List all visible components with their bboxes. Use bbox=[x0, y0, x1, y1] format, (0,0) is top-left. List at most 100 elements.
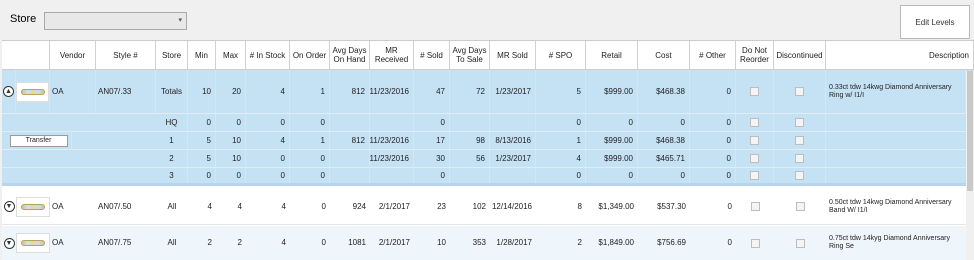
do-not-reorder-checkbox[interactable] bbox=[750, 136, 759, 145]
header-retail[interactable]: Retail bbox=[586, 41, 638, 69]
header-avg-days-on-hand[interactable]: Avg Days On Hand bbox=[330, 41, 370, 69]
in-stock-cell: 4 bbox=[246, 132, 290, 149]
store-cell: Totals bbox=[156, 70, 188, 113]
retail-cell: 0 bbox=[586, 168, 638, 183]
cost-cell: 0 bbox=[638, 168, 690, 183]
mr-received-cell: 11/23/2016 bbox=[370, 132, 414, 149]
discontinued-cell bbox=[774, 150, 826, 167]
header-discontinued[interactable]: Discontinued bbox=[774, 41, 826, 69]
chevron-down-icon[interactable]: ▼ bbox=[3, 201, 15, 212]
store-label: Store bbox=[10, 13, 37, 25]
header-cost[interactable]: Cost bbox=[638, 41, 690, 69]
header-mr-received[interactable]: MR Received bbox=[370, 41, 414, 69]
do-not-reorder-checkbox[interactable] bbox=[750, 154, 759, 163]
do-not-reorder-cell bbox=[736, 226, 774, 260]
other-cell: 0 bbox=[727, 201, 732, 211]
store-cell: 1 bbox=[156, 132, 188, 149]
description-cell: 0.33ct tdw 14kwg Diamond Anniversary Rin… bbox=[826, 70, 966, 113]
description-cell: 0.75ct tdw 14kyg Diamond Anniversary Rin… bbox=[829, 235, 951, 250]
transfer-button[interactable]: Transfer bbox=[9, 134, 68, 147]
mr-sold-cell bbox=[490, 168, 536, 183]
header-description[interactable]: Description bbox=[826, 41, 974, 69]
on-order-cell: 0 bbox=[290, 168, 330, 183]
discontinued-cell bbox=[774, 168, 826, 183]
cost-cell: $468.38 bbox=[638, 70, 690, 113]
vendor-cell: OA bbox=[52, 238, 64, 247]
avg-days-to-sale-cell: 98 bbox=[450, 132, 490, 149]
transfer-cell: Transfer bbox=[6, 132, 72, 149]
discontinued-checkbox[interactable] bbox=[795, 118, 804, 127]
avg-days-to-sale-cell bbox=[450, 114, 490, 131]
avg-days-on-hand-cell: 812 bbox=[330, 132, 370, 149]
sold-cell: 10 bbox=[437, 238, 446, 247]
expand-toggle[interactable]: ▼ bbox=[2, 189, 16, 224]
spo-cell: 8 bbox=[577, 201, 582, 211]
style-cell: AN07/.50 bbox=[98, 201, 132, 211]
cost-cell: $465.71 bbox=[638, 150, 690, 167]
do-not-reorder-checkbox[interactable] bbox=[750, 202, 760, 211]
header-on-order[interactable]: On Order bbox=[290, 41, 330, 69]
header-min[interactable]: Min bbox=[188, 41, 216, 69]
toolbar: Store ▾ Edit Levels bbox=[0, 0, 974, 40]
header-do-not-reorder[interactable]: Do Not Reorder bbox=[736, 41, 774, 69]
retail-cell: $1,349.00 bbox=[598, 201, 634, 211]
sold-cell: 0 bbox=[414, 114, 450, 131]
in-stock-cell: 4 bbox=[246, 70, 290, 113]
sold-cell: 47 bbox=[414, 70, 450, 113]
discontinued-checkbox[interactable] bbox=[795, 87, 804, 96]
max-cell: 10 bbox=[216, 150, 246, 167]
sold-cell: 30 bbox=[414, 150, 450, 167]
product-image bbox=[16, 70, 50, 113]
header-store[interactable]: Store bbox=[156, 41, 188, 69]
header-vendor[interactable]: Vendor bbox=[50, 41, 96, 69]
mr-sold-cell: 1/23/2017 bbox=[490, 150, 536, 167]
do-not-reorder-checkbox[interactable] bbox=[750, 171, 759, 180]
mr-received-cell: 2/1/2017 bbox=[378, 238, 410, 247]
ring-image bbox=[16, 233, 50, 253]
description-cell: 0.50ct tdw 14kwg Diamond Anniversary Ban… bbox=[829, 198, 952, 214]
edit-levels-button[interactable]: Edit Levels bbox=[900, 5, 970, 39]
store-row: 3 0 0 0 0 0 0 0 0 0 bbox=[2, 168, 974, 186]
in-stock-cell: 0 bbox=[246, 168, 290, 183]
style-cell: AN07/.75 bbox=[98, 238, 132, 247]
product-row[interactable]: ▼ OA AN07/.75 All 2 2 4 0 1081 2/1/2017 … bbox=[2, 226, 974, 260]
scrollbar-thumb[interactable] bbox=[967, 71, 973, 191]
do-not-reorder-checkbox[interactable] bbox=[750, 238, 760, 248]
collapse-toggle[interactable]: ▲ bbox=[2, 70, 16, 113]
vertical-scrollbar[interactable] bbox=[966, 71, 974, 260]
header-avg-days-to-sale[interactable]: Avg Days To Sale bbox=[450, 41, 490, 69]
do-not-reorder-checkbox[interactable] bbox=[750, 118, 759, 127]
in-stock-cell: 0 bbox=[246, 114, 290, 131]
discontinued-checkbox[interactable] bbox=[795, 238, 805, 248]
max-cell: 0 bbox=[216, 168, 246, 183]
discontinued-checkbox[interactable] bbox=[795, 202, 805, 211]
header-in-stock[interactable]: # In Stock bbox=[246, 41, 290, 69]
avg-days-on-hand-cell: 1081 bbox=[348, 238, 366, 247]
product-row[interactable]: ▼ OA AN07/.50 All 4 4 4 0 924 2/1/2017 2… bbox=[2, 189, 974, 225]
chevron-up-icon[interactable]: ▲ bbox=[3, 86, 14, 97]
do-not-reorder-checkbox[interactable] bbox=[750, 87, 759, 96]
spo-cell: 2 bbox=[577, 238, 582, 247]
mr-received-cell bbox=[370, 114, 414, 131]
chevron-down-icon[interactable]: ▼ bbox=[3, 237, 15, 249]
header-mr-sold[interactable]: MR Sold bbox=[490, 41, 536, 69]
discontinued-checkbox[interactable] bbox=[795, 154, 804, 163]
retail-cell: 0 bbox=[586, 114, 638, 131]
max-cell: 10 bbox=[216, 132, 246, 149]
header-spo[interactable]: # SPO bbox=[536, 41, 586, 69]
in-stock-cell: 4 bbox=[281, 238, 286, 247]
product-row-expanded[interactable]: ▲ OA AN07/.33 Totals 10 20 4 1 812 11/23… bbox=[2, 70, 974, 114]
ring-image bbox=[16, 81, 49, 102]
discontinued-checkbox[interactable] bbox=[795, 171, 804, 180]
header-sold[interactable]: # Sold bbox=[414, 41, 450, 69]
spo-cell: 0 bbox=[536, 168, 586, 183]
expand-toggle[interactable]: ▼ bbox=[2, 226, 16, 260]
store-row: HQ 0 0 0 0 0 0 0 0 0 bbox=[2, 114, 974, 132]
store-cell: 3 bbox=[156, 168, 188, 183]
header-other[interactable]: # Other bbox=[690, 41, 736, 69]
header-max[interactable]: Max bbox=[216, 41, 246, 69]
discontinued-checkbox[interactable] bbox=[795, 136, 804, 145]
header-style[interactable]: Style # bbox=[96, 41, 156, 69]
store-select[interactable]: ▾ bbox=[44, 12, 187, 30]
avg-days-on-hand-cell: 812 bbox=[330, 70, 370, 113]
